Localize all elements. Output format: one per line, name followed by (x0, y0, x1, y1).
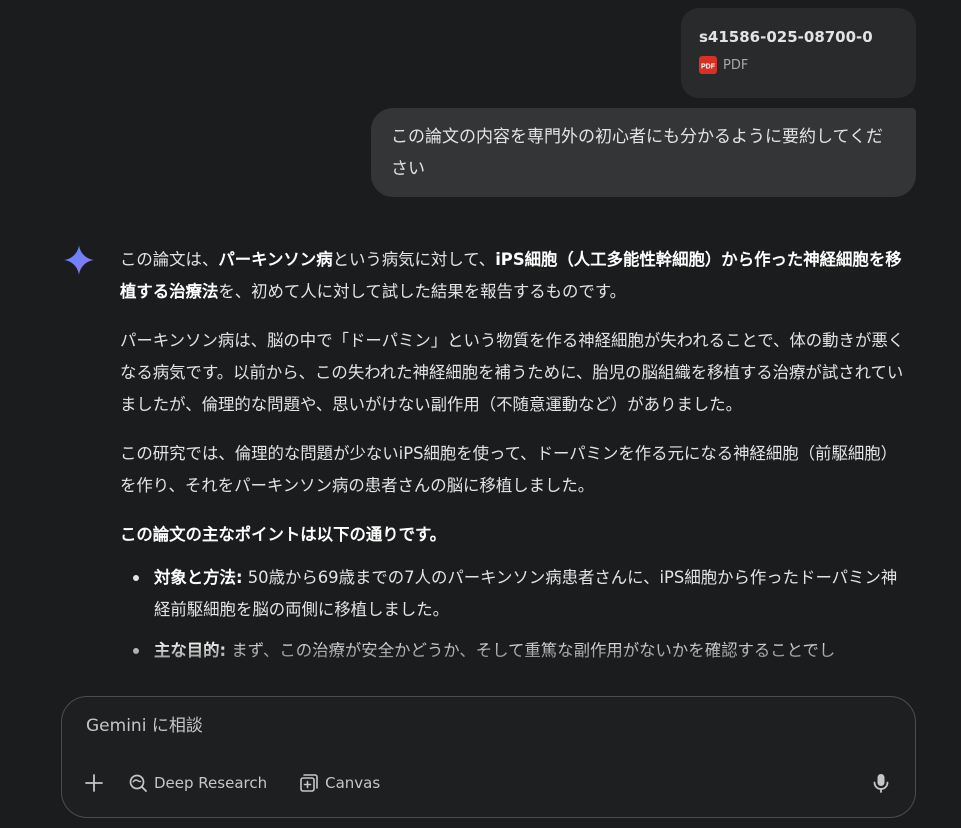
user-message-text: この論文の内容を専門外の初心者にも分かるように要約してください (391, 127, 883, 179)
list-item: 主な目的: まず、この治療が安全かどうか、そして重篤な副作用がないかを確認するこ… (133, 635, 913, 667)
list-item: 対象と方法: 50歳から69歳までの7人のパーキンソン病患者さんに、iPS細胞か… (133, 562, 913, 626)
gemini-spark-icon (64, 245, 94, 275)
tool-row: Deep Research Canvas (80, 769, 412, 797)
canvas-label: Canvas (325, 774, 381, 792)
microphone-button[interactable] (869, 771, 893, 795)
response-paragraph-1: この論文は、パーキンソン病という病気に対して、iPS細胞（人工多能性幹細胞）から… (120, 244, 913, 308)
response-bold-text: パーキンソン病 (218, 250, 333, 269)
list-item-text: まず、この治療が安全かどうか、そして重篤な副作用がないかを確認することでし (226, 641, 836, 660)
chat-page: s41586-025-08700-0 PDF PDF この論文の内容を専門外の初… (0, 0, 961, 828)
deep-research-label: Deep Research (154, 774, 268, 792)
model-response: この論文は、パーキンソン病という病気に対して、iPS細胞（人工多能性幹細胞）から… (120, 244, 913, 676)
attachment-file-type: PDF (723, 57, 749, 73)
plus-icon (85, 774, 103, 792)
response-text: という病気に対して、 (332, 250, 496, 269)
points-heading-text: この論文の主なポイントは以下の通りです。 (120, 525, 447, 544)
deep-research-button[interactable]: Deep Research (128, 769, 267, 797)
points-heading: この論文の主なポイントは以下の通りです。 (120, 519, 913, 551)
canvas-icon (300, 774, 318, 792)
list-item-label: 対象と方法: (154, 568, 243, 587)
prompt-input-box: Deep Research Canvas (61, 696, 916, 818)
svg-text:PDF: PDF (701, 64, 716, 71)
list-item-text: 50歳から69歳までの7人のパーキンソン病患者さんに、iPS細胞から作ったドーパ… (154, 568, 898, 619)
response-text: を、初めて人に対して試した結果を報告するものです。 (218, 282, 626, 301)
list-item-label: 主な目的: (154, 641, 227, 660)
deep-research-icon (129, 774, 147, 792)
attachment-type-row: PDF PDF (699, 56, 898, 74)
response-paragraph-2: パーキンソン病は、脳の中で「ドーパミン」という物質を作る神経細胞が失われることで… (120, 331, 905, 414)
pdf-icon: PDF (699, 56, 717, 74)
prompt-input[interactable] (84, 715, 788, 737)
canvas-button[interactable]: Canvas (299, 769, 380, 797)
response-paragraph-3: この研究では、倫理的な問題が少ないiPS細胞を使って、ドーパミンを作る元になる神… (120, 444, 898, 495)
user-message-bubble: この論文の内容を専門外の初心者にも分かるように要約してください (371, 108, 916, 197)
response-text: この論文は、 (120, 250, 219, 269)
points-list: 対象と方法: 50歳から69歳までの7人のパーキンソン病患者さんに、iPS細胞か… (120, 562, 913, 667)
add-button[interactable] (80, 769, 108, 797)
microphone-icon (873, 774, 889, 793)
attachment-card[interactable]: s41586-025-08700-0 PDF PDF (681, 8, 916, 98)
attachment-file-name: s41586-025-08700-0 (699, 28, 873, 46)
